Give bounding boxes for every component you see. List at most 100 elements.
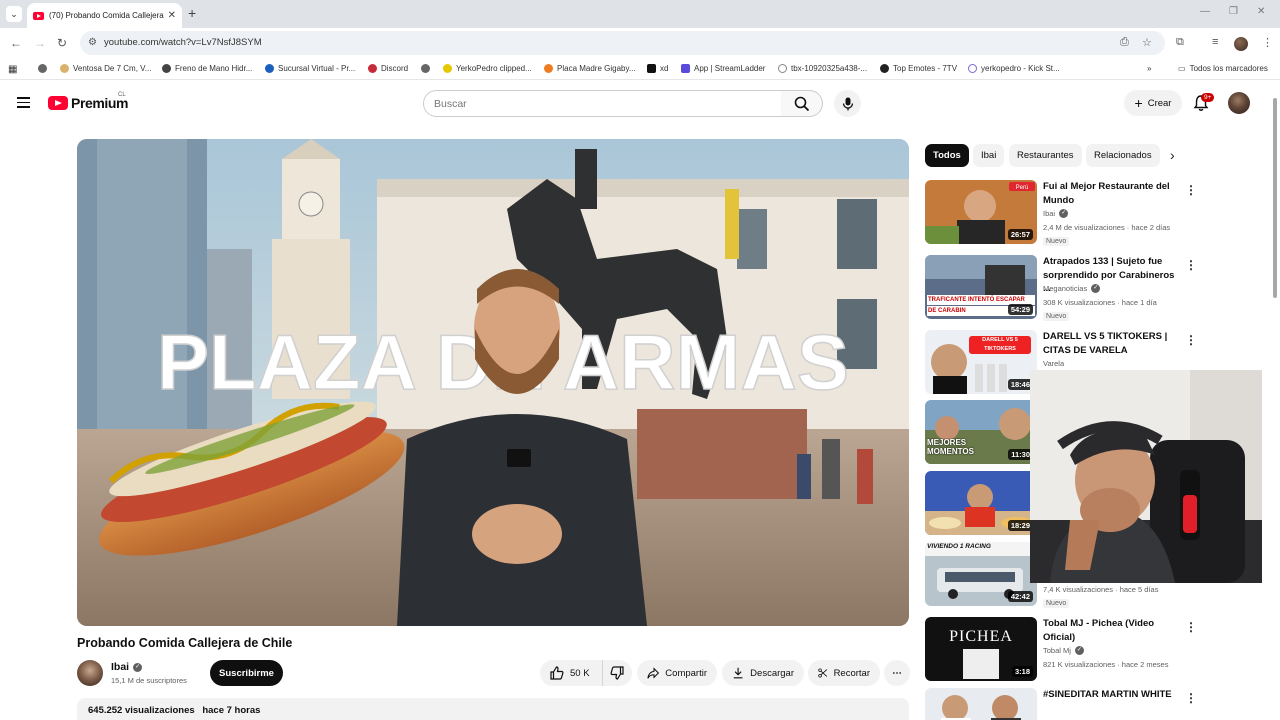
recommendation-title[interactable]: Tobal MJ - Pichea (Video Oficial) (1043, 617, 1183, 644)
channel-name-link[interactable]: Ibai ✓ (111, 661, 143, 673)
browser-toolbar: ← → ↻ ⚙ youtube.com/watch?v=Lv7NsfJ8SYM … (0, 28, 1280, 58)
chip-todos[interactable]: Todos (925, 144, 969, 167)
more-options-kebab-icon[interactable]: ⋮ (1185, 620, 1197, 634)
thumbnail-text: Perú (1016, 185, 1029, 191)
bookmark-item[interactable]: xd (647, 64, 668, 73)
recommendation-title[interactable]: DARELL VS 5 TIKTOKERS | CITAS DE VARELA (1043, 330, 1183, 357)
browser-menu-icon[interactable]: ⋮ (1262, 36, 1273, 49)
description-box[interactable]: 645.252 visualizaciones hace 7 horas (77, 698, 909, 720)
recommendation-title[interactable]: #SINEDITAR MARTIN WHITE (1043, 688, 1183, 702)
video-thumbnail[interactable]: PICHEA 3:18 (925, 617, 1037, 681)
more-actions-ellipsis-icon[interactable]: ⋯ (884, 660, 910, 686)
download-button[interactable]: Descargar (722, 660, 804, 686)
bookmark-item[interactable]: Discord (368, 64, 408, 73)
bookmark-item[interactable]: YerkoPedro clipped... (443, 64, 532, 73)
thumbnail-text: PICHEA (949, 628, 1013, 645)
bookmark-item[interactable]: Sucursal Virtual - Pr... (265, 64, 355, 73)
more-options-kebab-icon[interactable]: ⋮ (1185, 183, 1197, 197)
video-duration: 42:42 (1007, 591, 1033, 602)
clip-button[interactable]: Recortar (808, 660, 880, 686)
video-duration: 26:57 (1007, 229, 1033, 240)
video-thumbnail[interactable]: DARELL VS 5 TIKTOKERS 18:46 (925, 330, 1037, 394)
recommendation-channel[interactable]: Ibai ✓ (1043, 209, 1069, 218)
more-bookmarks-chevron-icon[interactable]: » (1147, 64, 1151, 73)
dislike-button[interactable] (602, 660, 632, 686)
channel-label: Varela (1043, 359, 1065, 368)
apps-grid-icon[interactable]: ▦ (8, 64, 17, 75)
create-button[interactable]: + Crear (1124, 90, 1182, 116)
recommendation-channel[interactable]: Meganoticias ✓ (1043, 284, 1101, 293)
bookmark-item[interactable]: App | StreamLadder (681, 64, 765, 73)
search-input[interactable] (424, 91, 781, 116)
menu-hamburger-icon[interactable] (17, 97, 30, 108)
share-button[interactable]: Compartir (637, 660, 717, 686)
site-info-icon[interactable]: ⚙ (88, 37, 97, 48)
close-window-icon[interactable]: ✕ (1257, 6, 1265, 17)
search-box[interactable] (423, 90, 782, 117)
chip-relacionados[interactable]: Relacionados (1086, 144, 1160, 167)
video-player[interactable]: PLAZA DE ARMAS (77, 139, 909, 626)
bookmark-item[interactable]: Freno de Mano Hidr... (162, 64, 252, 73)
scrollbar-thumb[interactable] (1273, 98, 1277, 298)
chip-ibai[interactable]: Ibai (973, 144, 1005, 167)
voice-search-button[interactable] (834, 90, 861, 117)
webcam-overlay (1030, 370, 1262, 583)
bookmark-favicon-icon (265, 64, 274, 73)
recommendation-item[interactable]: #SINEDITAR MARTIN WHITE ⋮ (925, 688, 1265, 720)
new-badge: Nuevo (1043, 237, 1070, 246)
globe-icon[interactable] (421, 64, 434, 73)
search-button[interactable] (781, 90, 823, 117)
youtube-favicon-icon (33, 11, 44, 20)
minimize-icon[interactable]: — (1200, 6, 1210, 17)
video-duration: 3:18 (1011, 666, 1033, 677)
video-thumbnail[interactable]: 18:29 (925, 471, 1037, 535)
video-thumbnail[interactable]: Perú 26:57 (925, 180, 1037, 244)
back-arrow-icon[interactable]: ← (10, 36, 22, 50)
more-options-kebab-icon[interactable]: ⋮ (1185, 333, 1197, 347)
new-badge: Nuevo (1043, 599, 1070, 608)
chip-scroll-chevron-right-icon[interactable]: › (1170, 147, 1175, 163)
forward-arrow-icon[interactable]: → (34, 36, 46, 50)
channel-avatar[interactable] (77, 660, 103, 686)
recommendation-item[interactable]: TRAFICANTE INTENTÓ ESCAPAR DE CARABIN 54… (925, 255, 1265, 321)
bookmark-item[interactable]: Ventosa De 7 Cm, V... (60, 64, 151, 73)
recommendation-item[interactable]: Perú 26:57 Fui al Mejor Restaurante del … (925, 180, 1265, 246)
chip-restaurantes[interactable]: Restaurantes (1009, 144, 1082, 167)
tab-search-chevron-icon[interactable]: ⌄ (6, 6, 22, 22)
browser-tab-active[interactable]: (70) Probando Comida Callejera ✕ (27, 3, 182, 28)
extensions-puzzle-icon[interactable]: ⧉ (1176, 36, 1184, 49)
media-control-icon[interactable]: ≡ (1212, 36, 1218, 48)
more-options-kebab-icon[interactable]: ⋮ (1185, 258, 1197, 272)
all-bookmarks-folder[interactable]: ▭ Todos los marcadores (1178, 64, 1268, 73)
subscribe-button[interactable]: Suscribirme (210, 660, 283, 686)
video-thumbnail[interactable]: TRAFICANTE INTENTÓ ESCAPAR DE CARABIN 54… (925, 255, 1037, 319)
bookmark-favicon-icon (968, 64, 977, 73)
video-thumbnail[interactable] (925, 688, 1037, 720)
bookmark-item[interactable]: Top Emotes - 7TV (880, 64, 957, 73)
restore-icon[interactable]: ❐ (1229, 6, 1238, 17)
bookmark-item[interactable]: Placa Madre Gigaby... (544, 64, 636, 73)
new-tab-plus-icon[interactable]: + (188, 5, 196, 21)
youtube-premium-logo[interactable]: Premium CL (48, 92, 129, 111)
globe-icon[interactable] (38, 64, 51, 73)
video-thumbnail[interactable]: MEJORES MOMENTOS 11:30 (925, 400, 1037, 464)
bookmark-star-icon[interactable]: ☆ (1142, 36, 1152, 49)
recommendation-item[interactable]: PICHEA 3:18 Tobal MJ - Pichea (Video Ofi… (925, 617, 1265, 683)
verified-check-icon: ✓ (1059, 209, 1069, 218)
like-button[interactable]: 50 K (540, 660, 602, 686)
browser-profile-avatar[interactable] (1234, 37, 1248, 51)
address-bar[interactable]: ⚙ youtube.com/watch?v=Lv7NsfJ8SYM ⎙ ☆ (80, 31, 1165, 55)
reload-icon[interactable]: ↻ (57, 36, 67, 50)
recommendation-title[interactable]: Fui al Mejor Restaurante del Mundo (1043, 180, 1183, 207)
video-thumbnail[interactable]: VIVIENDO 1 RACING 42:42 (925, 542, 1037, 606)
recommendation-channel[interactable]: Tobal Mj ✓ (1043, 646, 1084, 655)
bookmark-favicon-icon (647, 64, 656, 73)
bookmark-item[interactable]: yerkopedro - Kick St... (968, 64, 1060, 73)
account-avatar[interactable] (1228, 92, 1250, 114)
bookmark-item[interactable]: tbx-10920325a438-... (778, 64, 867, 73)
install-app-icon[interactable]: ⎙ (1120, 36, 1129, 49)
tab-close-icon[interactable]: ✕ (168, 10, 176, 21)
recommendation-channel[interactable]: Varela (1043, 359, 1064, 368)
more-options-kebab-icon[interactable]: ⋮ (1185, 691, 1197, 705)
page-scrollbar[interactable] (1271, 86, 1279, 720)
